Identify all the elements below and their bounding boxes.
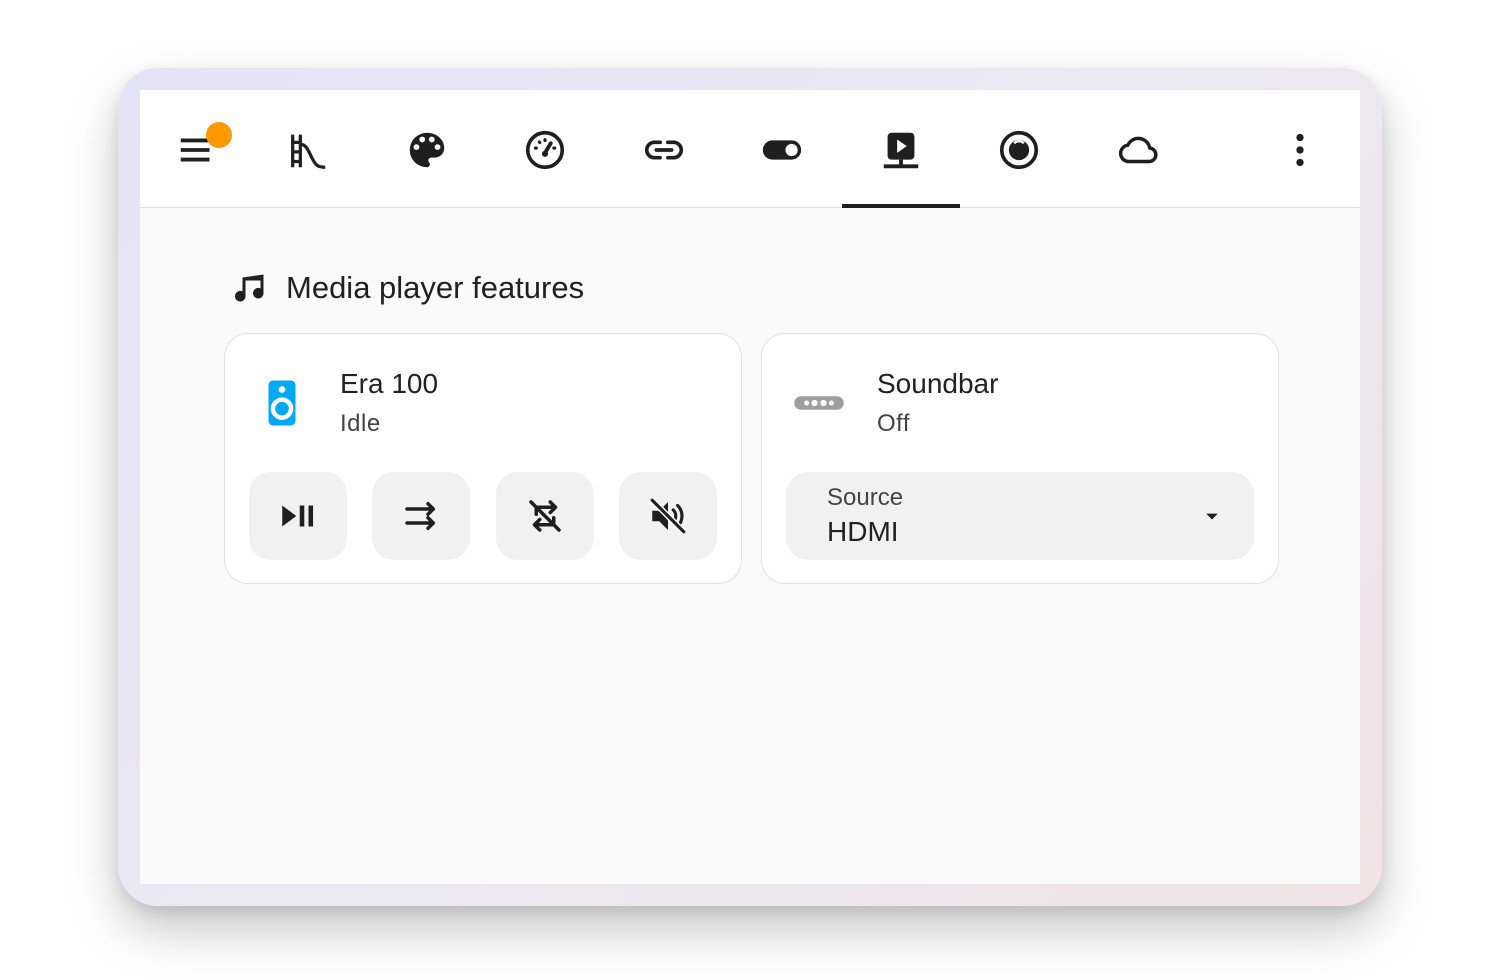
gauge-icon	[525, 130, 565, 170]
tab-toggle[interactable]	[752, 120, 812, 180]
dropdown-arrow-icon	[1206, 513, 1218, 520]
robot-vacuum-icon	[999, 130, 1039, 170]
tab-link[interactable]	[634, 120, 694, 180]
toggle-icon	[762, 140, 802, 160]
tab-slide[interactable]	[278, 120, 338, 180]
slide-icon	[291, 134, 326, 169]
top-toolbar	[140, 90, 1360, 208]
media-card-era-100[interactable]: Era 100 Idle	[224, 333, 742, 584]
source-select-value: HDMI	[827, 516, 899, 547]
media-card-soundbar[interactable]: Soundbar Off Source HDMI	[761, 333, 1279, 584]
section-header: Media player features	[232, 268, 584, 308]
more-vertical-icon	[1296, 133, 1304, 167]
tab-palette[interactable]	[397, 120, 457, 180]
entity-state: Off	[877, 410, 911, 437]
tab-robot-vacuum[interactable]	[989, 120, 1049, 180]
entity-name: Soundbar	[877, 368, 999, 399]
entity-name: Era 100	[340, 368, 439, 399]
palette-icon	[409, 132, 445, 168]
tab-media-player[interactable]	[871, 120, 931, 180]
source-select-label: Source	[827, 484, 904, 511]
soundbar-icon	[794, 396, 844, 410]
tab-gauge[interactable]	[515, 120, 575, 180]
link-icon	[645, 140, 683, 160]
music-note-icon	[235, 274, 264, 302]
volume-off-icon	[650, 498, 686, 534]
tab-cloud[interactable]	[1108, 120, 1168, 180]
shuffle-button[interactable]	[372, 472, 470, 560]
section-title: Media player features	[286, 270, 585, 305]
repeat-button[interactable]	[496, 472, 594, 560]
media-player-icon	[883, 132, 919, 169]
app-window: Media player features Era 100 Idle Sound…	[140, 90, 1360, 884]
play-pause-icon	[282, 505, 314, 527]
active-tab-indicator	[842, 204, 960, 208]
more-options-button[interactable]	[1270, 120, 1330, 180]
play-pause-button[interactable]	[249, 472, 347, 560]
repeat-off-icon	[529, 500, 561, 532]
cloud-icon	[1118, 136, 1158, 164]
shuffle-icon	[405, 502, 435, 530]
source-select[interactable]: Source HDMI	[786, 472, 1254, 560]
entity-state: Idle	[340, 410, 381, 437]
speaker-icon	[268, 380, 296, 426]
notification-badge	[206, 122, 232, 148]
mute-button[interactable]	[619, 472, 717, 560]
